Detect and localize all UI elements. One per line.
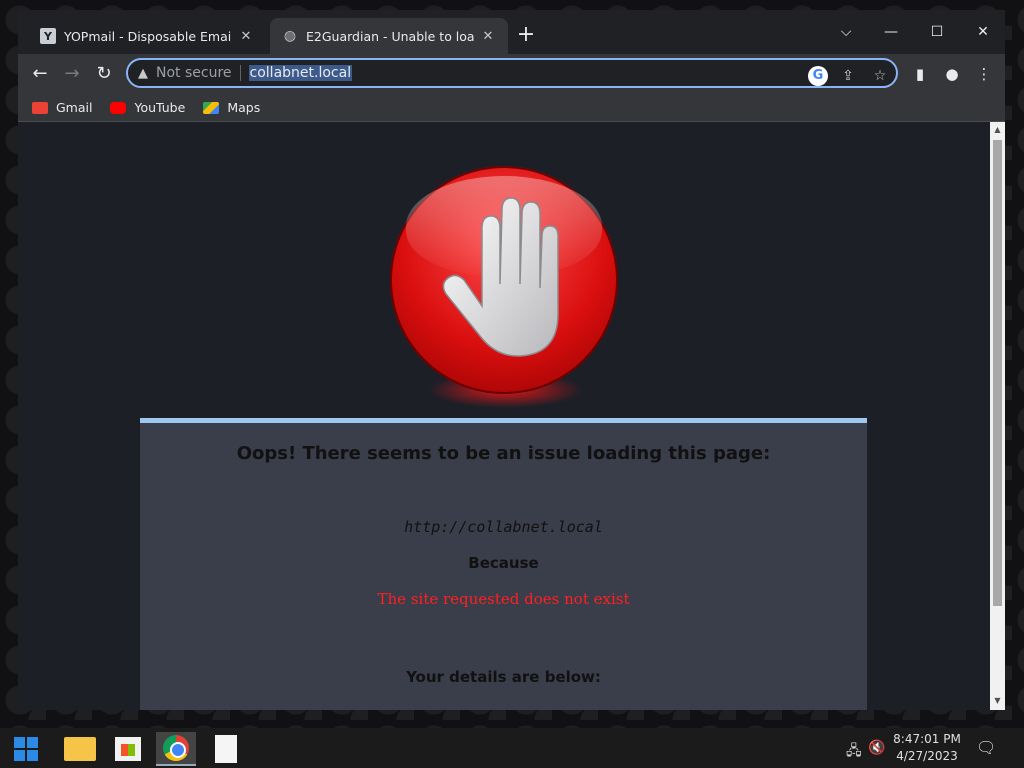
windows-logo-icon xyxy=(14,737,38,761)
tab-yopmail[interactable]: Y YOPmail - Disposable Email Address ✕ xyxy=(28,18,266,54)
stop-hand-icon xyxy=(390,166,618,394)
browser-toolbar: ← → ↻ ▲ Not secure collabnet.local G ⇪ ☆… xyxy=(18,54,1005,94)
scroll-up-arrow-icon[interactable]: ▲ xyxy=(990,125,1005,134)
bookmark-gmail[interactable]: Gmail xyxy=(32,100,92,115)
folder-icon xyxy=(64,737,96,761)
profile-icon[interactable]: ● xyxy=(940,62,964,86)
chrome-taskbar-button[interactable] xyxy=(156,732,196,766)
details-heading: Your details are below: xyxy=(406,668,601,686)
tab-strip: Y YOPmail - Disposable Email Address ✕ ◍… xyxy=(18,10,1005,54)
forward-button[interactable]: → xyxy=(58,60,86,88)
maps-icon xyxy=(203,101,220,114)
close-window-button[interactable]: ✕ xyxy=(960,18,1005,46)
bookmark-star-icon[interactable]: ☆ xyxy=(870,66,890,86)
bookmark-label: Gmail xyxy=(56,100,93,115)
store-button[interactable] xyxy=(108,732,148,766)
error-reason: The site requested does not exist xyxy=(377,590,630,608)
menu-kebab-icon[interactable]: ⋮ xyxy=(972,62,996,86)
reload-button[interactable]: ↻ xyxy=(90,60,118,88)
bookmark-label: YouTube xyxy=(134,100,186,115)
globe-icon: ◍ xyxy=(283,28,297,44)
because-label: Because xyxy=(468,554,539,572)
new-tab-button[interactable]: + xyxy=(514,24,538,48)
scrollbar-thumb[interactable] xyxy=(993,140,1002,606)
requested-url: http://collabnet.local xyxy=(404,518,603,536)
document-icon xyxy=(215,735,237,763)
error-heading: Oops! There seems to be an issue loading… xyxy=(236,443,771,464)
address-bar[interactable]: ▲ Not secure collabnet.local G ⇪ ☆ xyxy=(126,58,898,88)
volume-muted-icon[interactable]: 🔇 xyxy=(868,740,885,756)
tab-close-icon[interactable]: ✕ xyxy=(480,29,496,44)
share-icon[interactable]: ⇪ xyxy=(838,66,858,86)
bookmark-maps[interactable]: Maps xyxy=(203,100,260,115)
warning-icon: ▲ xyxy=(138,65,148,81)
error-panel: Oops! There seems to be an issue loading… xyxy=(140,418,867,710)
gmail-icon xyxy=(32,101,48,114)
page-viewport: Oops! There seems to be an issue loading… xyxy=(18,122,990,710)
start-button[interactable] xyxy=(6,732,46,766)
tab-close-icon[interactable]: ✕ xyxy=(238,29,254,44)
browser-window: Y YOPmail - Disposable Email Address ✕ ◍… xyxy=(18,10,1005,710)
minimize-button[interactable]: — xyxy=(868,18,914,46)
maximize-button[interactable]: ☐ xyxy=(914,18,960,46)
scroll-down-arrow-icon[interactable]: ▼ xyxy=(990,696,1005,705)
network-icon[interactable]: 🖧 xyxy=(846,740,862,764)
url-text[interactable]: collabnet.local xyxy=(248,65,353,81)
tab-e2guardian[interactable]: ◍ E2Guardian - Unable to load web page ✕ xyxy=(270,18,508,54)
tab-title: E2Guardian - Unable to load web page xyxy=(306,28,474,44)
chrome-icon xyxy=(163,735,189,761)
bookmark-label: Maps xyxy=(227,100,261,115)
clock-date: 4/27/2023 xyxy=(896,749,958,763)
notification-icon[interactable]: 🗨 xyxy=(976,738,996,757)
youtube-icon xyxy=(110,101,127,114)
document-taskbar-button[interactable] xyxy=(206,732,246,766)
tab-title: YOPmail - Disposable Email Address xyxy=(64,28,232,44)
security-label[interactable]: Not secure xyxy=(156,65,232,81)
bookmark-youtube[interactable]: YouTube xyxy=(110,100,185,115)
tab-search-button[interactable]: ⌵ xyxy=(823,18,869,46)
windows-taskbar: 🖧 🔇 8:47:01 PM 4/27/2023 🗨 xyxy=(0,728,1024,768)
google-lens-icon[interactable]: G xyxy=(808,66,828,86)
file-explorer-button[interactable] xyxy=(60,732,100,766)
system-clock[interactable]: 8:47:01 PM 4/27/2023 xyxy=(888,731,966,765)
store-icon xyxy=(115,737,141,761)
back-button[interactable]: ← xyxy=(26,60,54,88)
omnibox-divider xyxy=(239,65,241,81)
page-scrollbar[interactable]: ▲ ▼ xyxy=(990,122,1005,710)
yopmail-favicon-icon: Y xyxy=(40,28,56,44)
side-panel-icon[interactable]: ▮ xyxy=(908,62,932,86)
clock-time: 8:47:01 PM xyxy=(893,732,961,746)
bookmarks-bar: Gmail YouTube Maps xyxy=(18,94,1005,122)
hand-glyph xyxy=(442,197,559,357)
